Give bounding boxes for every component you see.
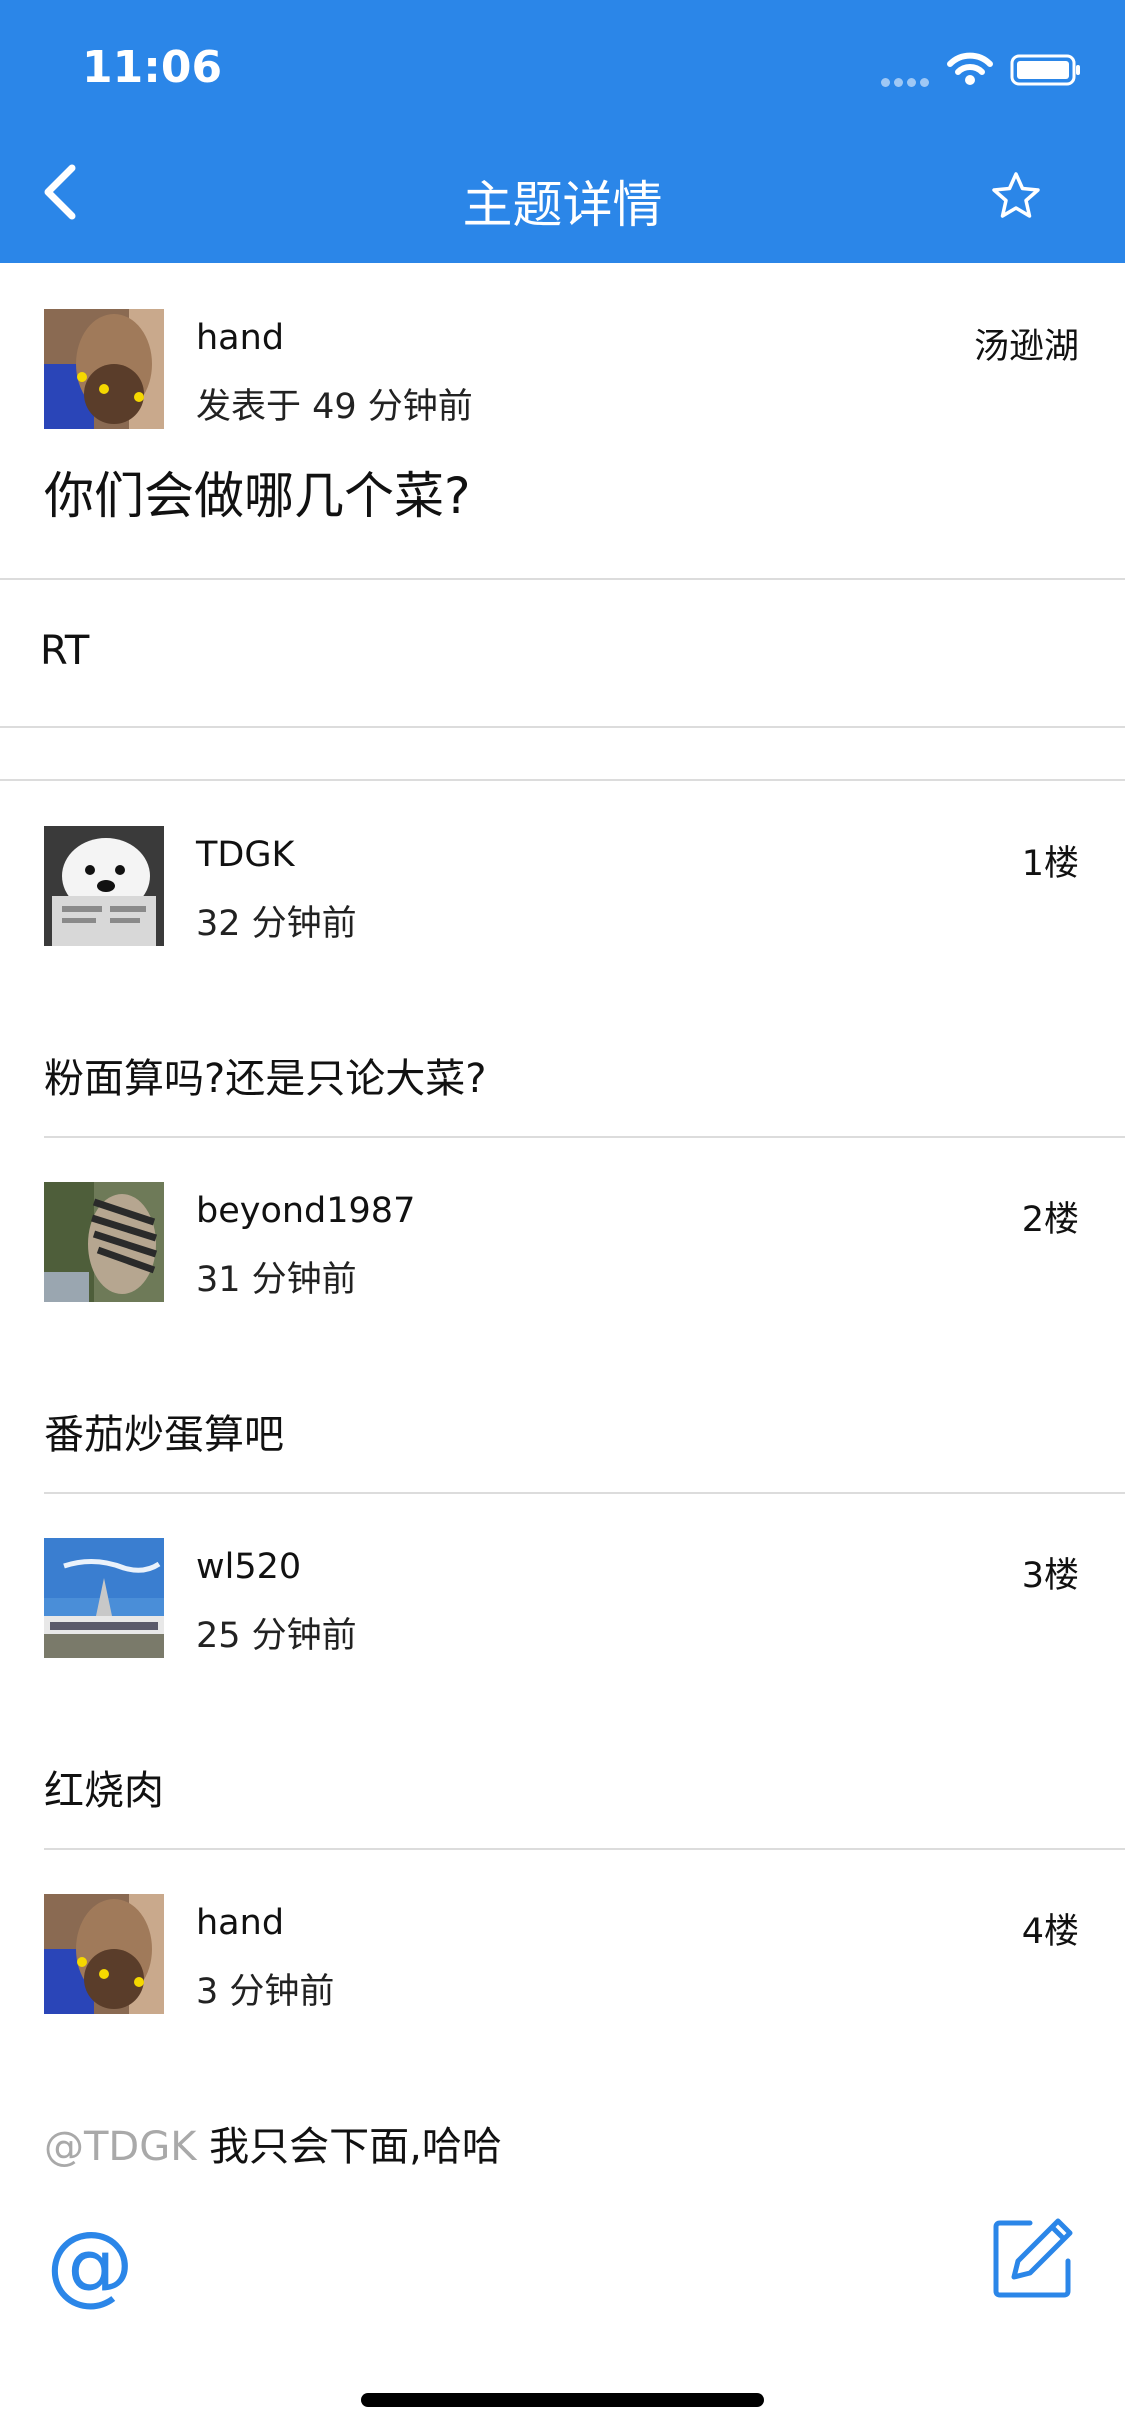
reply-avatar[interactable] <box>44 1182 164 1302</box>
favorite-button[interactable] <box>990 170 1042 222</box>
node-label[interactable]: 汤逊湖 <box>974 318 1079 369</box>
floor-label: 2楼 <box>1021 1200 1079 1240</box>
star-icon <box>992 172 1040 218</box>
mention-link[interactable]: @TDGK <box>44 2124 196 2170</box>
page-title: 主题详情 <box>462 176 663 234</box>
edit-icon <box>993 2218 1073 2298</box>
reply-avatar[interactable] <box>44 1538 164 1658</box>
reply-username[interactable]: beyond1987 <box>196 1191 415 1231</box>
nav-header: 11:06 主题详情 <box>0 0 1125 263</box>
topic-detail-screen: 11:06 主题详情 hand 发表于 49 分钟前 汤逊湖 你们会做哪几个菜?… <box>0 0 1125 2436</box>
divider <box>0 726 1125 728</box>
author-avatar[interactable] <box>44 309 164 429</box>
reply-content: @TDGK 我只会下面,哈哈 <box>44 2114 502 2172</box>
post-time: 发表于 49 分钟前 <box>196 387 473 427</box>
floor-label: 1楼 <box>1021 844 1079 884</box>
compose-reply-button[interactable] <box>990 2215 1076 2301</box>
battery-icon <box>1010 54 1082 90</box>
topic-title: 你们会做哪几个菜? <box>44 467 471 525</box>
reply-content: 粉面算吗?还是只论大菜? <box>44 1046 486 1104</box>
mention-button[interactable]: @ <box>46 2220 134 2308</box>
floor-label: 4楼 <box>1021 1912 1079 1952</box>
reply-username[interactable]: hand <box>196 1903 284 1943</box>
reply-avatar[interactable] <box>44 1894 164 2014</box>
reply-text: 红烧肉 <box>44 1768 164 1814</box>
reply-username[interactable]: wl520 <box>196 1547 301 1587</box>
reply-text: 番茄炒蛋算吧 <box>44 1412 284 1458</box>
divider <box>0 578 1125 580</box>
topic-body: RT <box>40 628 90 674</box>
reply-content: 红烧肉 <box>44 1758 164 1816</box>
author-name[interactable]: hand <box>196 318 284 358</box>
floor-label: 3楼 <box>1021 1556 1079 1596</box>
reply-text: 粉面算吗?还是只论大菜? <box>44 1056 487 1102</box>
divider <box>44 1492 1125 1494</box>
reply-content: 番茄炒蛋算吧 <box>44 1402 284 1460</box>
divider <box>44 1848 1125 1850</box>
divider <box>0 779 1125 781</box>
divider <box>44 1136 1125 1138</box>
reply-time: 31 分钟前 <box>196 1260 357 1300</box>
reply-time: 3 分钟前 <box>196 1972 335 2012</box>
reply-time: 25 分钟前 <box>196 1616 357 1656</box>
reply-text: 我只会下面,哈哈 <box>196 2124 502 2170</box>
cellular-signal-icon <box>881 72 933 91</box>
reply-username[interactable]: TDGK <box>196 835 294 875</box>
reply-avatar[interactable] <box>44 826 164 946</box>
status-time: 11:06 <box>82 42 223 93</box>
home-indicator <box>361 2393 764 2407</box>
reply-time: 32 分钟前 <box>196 904 357 944</box>
wifi-icon <box>947 52 993 90</box>
